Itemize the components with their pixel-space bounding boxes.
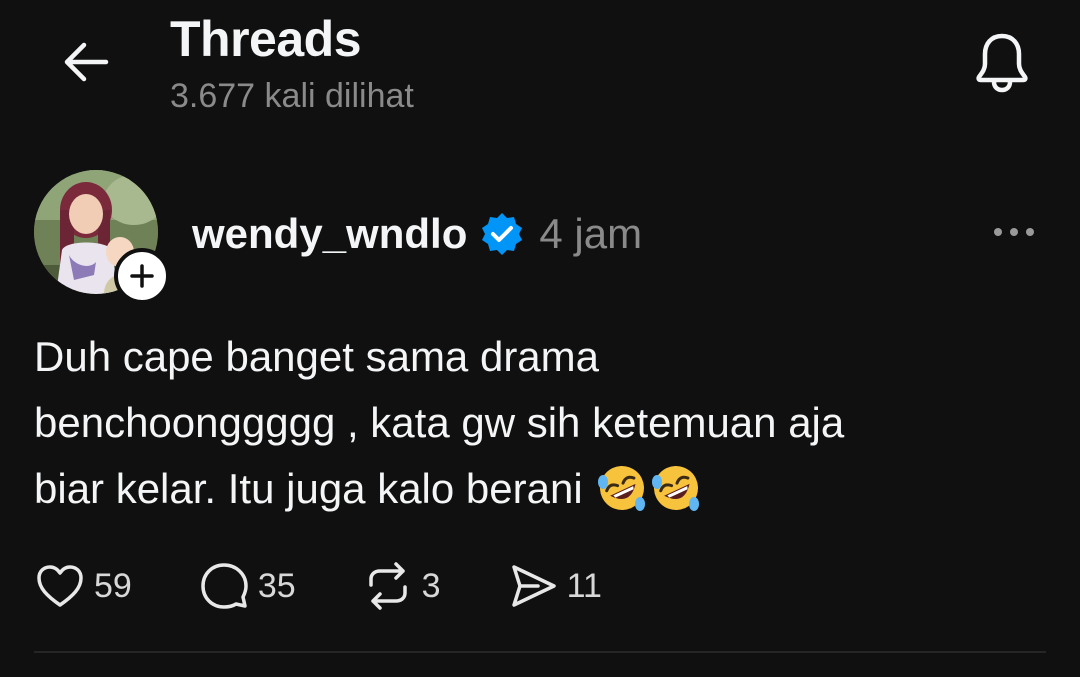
share-button[interactable]: 11	[507, 560, 602, 612]
share-count: 11	[566, 566, 602, 605]
more-options-button[interactable]	[984, 212, 1044, 252]
more-dots-icon	[994, 228, 1034, 236]
repost-count: 3	[421, 566, 441, 605]
repost-button[interactable]: 3	[362, 560, 441, 612]
like-button[interactable]: 59	[34, 560, 132, 612]
repost-icon	[362, 560, 414, 612]
rofl-emoji-icon	[598, 465, 646, 511]
reply-button[interactable]: 35	[198, 560, 296, 612]
action-bar: 59 35 3 11	[34, 558, 602, 614]
verified-badge-icon	[479, 211, 525, 257]
post-text: Duh cape banget sama drama benchoonggggg…	[34, 324, 1034, 522]
notification-button[interactable]	[968, 28, 1036, 96]
follow-button[interactable]	[114, 248, 170, 304]
send-icon	[507, 560, 559, 612]
rofl-emoji-icon	[652, 465, 700, 511]
like-count: 59	[94, 566, 132, 605]
arrow-left-icon	[64, 42, 109, 82]
page-title: Threads	[170, 11, 362, 67]
title-block: Threads 3.677 kali dilihat	[170, 10, 414, 118]
divider	[34, 651, 1046, 653]
heart-icon	[34, 560, 86, 612]
post-text-line-text: biar kelar. Itu juga kalo berani	[34, 465, 583, 512]
reply-count: 35	[257, 566, 296, 605]
post-text-line: benchoonggggg , kata gw sih ketemuan aja	[34, 399, 845, 446]
back-button[interactable]	[56, 34, 116, 90]
post-time: 4 jam	[539, 210, 643, 257]
post-text-line: Duh cape banget sama drama	[34, 333, 600, 380]
top-bar: Threads 3.677 kali dilihat	[0, 0, 1080, 140]
plus-icon	[130, 264, 154, 288]
comment-icon	[198, 560, 250, 612]
post-text-line: biar kelar. Itu juga kalo berani	[34, 456, 1034, 522]
username[interactable]: wendy_wndlo	[192, 210, 467, 258]
bell-icon	[976, 33, 1028, 93]
view-count: 3.677 kali dilihat	[170, 77, 414, 115]
avatar-wrap[interactable]	[34, 170, 170, 304]
post-meta: wendy_wndlo 4 jam	[192, 204, 642, 264]
